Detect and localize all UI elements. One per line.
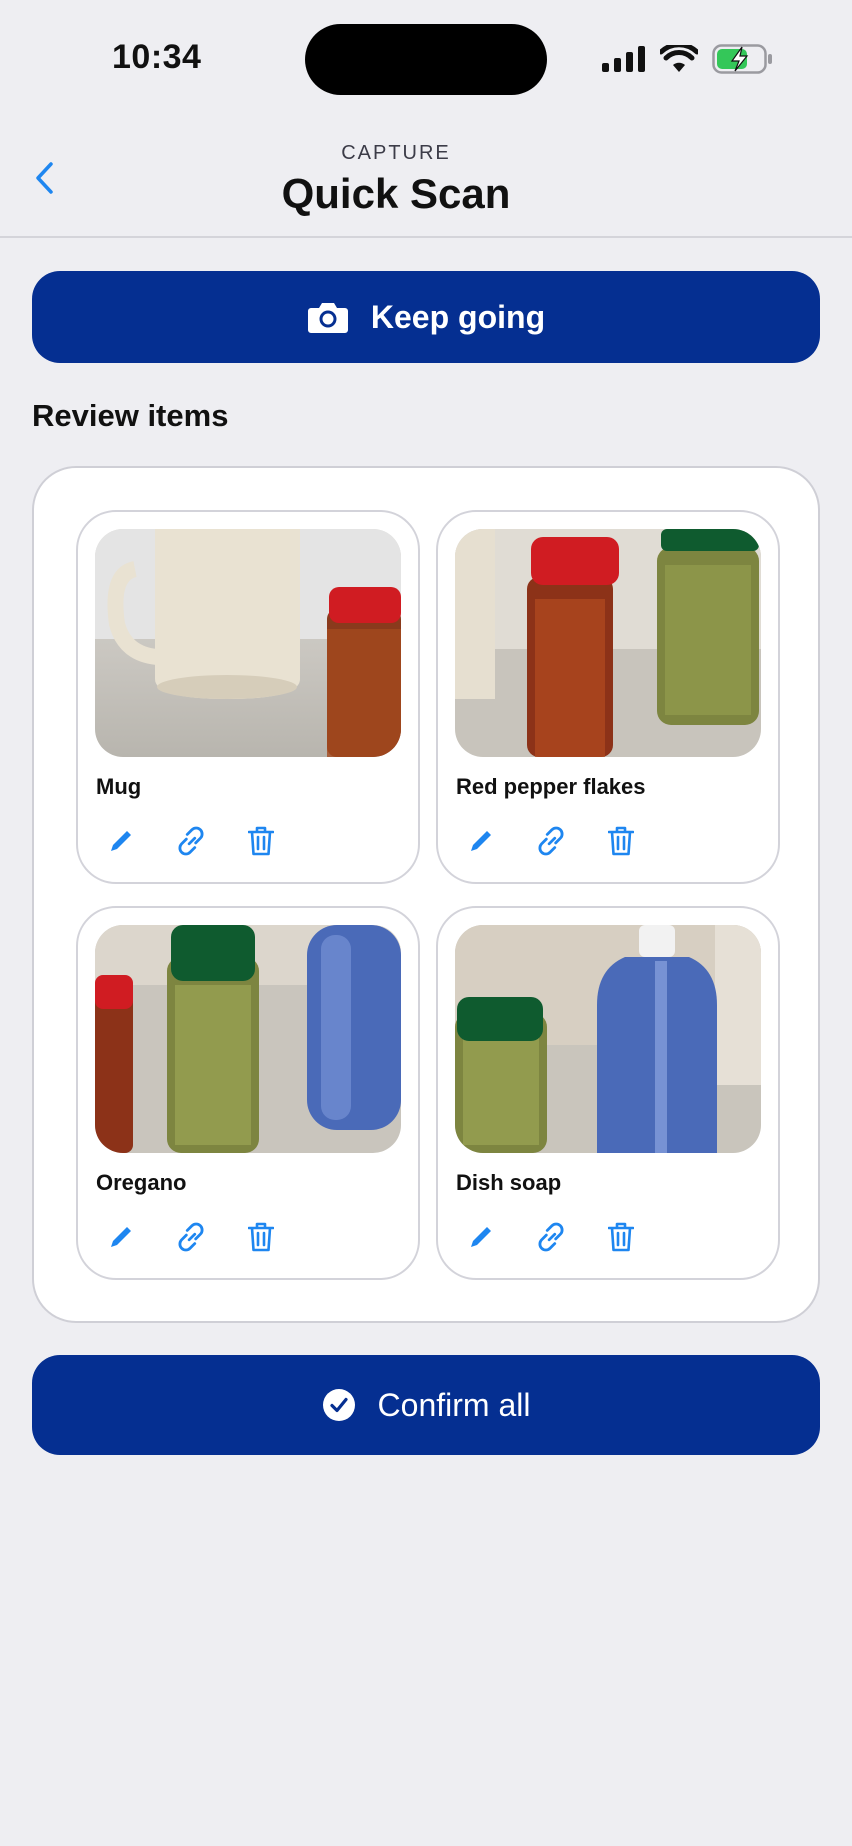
delete-button[interactable] bbox=[246, 1220, 276, 1254]
navigation-header: CAPTURE Quick Scan bbox=[0, 110, 852, 238]
link-icon bbox=[178, 826, 204, 856]
item-grid: Mug Red pepper flakes Oregano Dish soap bbox=[76, 510, 780, 1280]
item-actions bbox=[466, 1220, 636, 1254]
review-card: Mug Red pepper flakes Oregano Dish soap bbox=[32, 466, 820, 1323]
edit-button[interactable] bbox=[106, 1220, 136, 1254]
link-button[interactable] bbox=[536, 824, 566, 858]
keep-going-button[interactable]: Keep going bbox=[32, 271, 820, 363]
trash-icon bbox=[248, 1222, 274, 1252]
status-time: 10:34 bbox=[112, 38, 202, 76]
check-circle-icon bbox=[322, 1389, 355, 1421]
pencil-icon bbox=[471, 831, 491, 851]
edit-button[interactable] bbox=[106, 824, 136, 858]
delete-button[interactable] bbox=[606, 1220, 636, 1254]
item-photo[interactable] bbox=[455, 925, 761, 1153]
delete-button[interactable] bbox=[246, 824, 276, 858]
trash-icon bbox=[608, 1222, 634, 1252]
edit-button[interactable] bbox=[466, 824, 496, 858]
item-photo[interactable] bbox=[95, 925, 401, 1153]
item-card[interactable]: Mug bbox=[76, 510, 420, 884]
link-icon bbox=[538, 1222, 564, 1252]
item-name: Dish soap bbox=[456, 1170, 562, 1195]
link-button[interactable] bbox=[536, 1220, 566, 1254]
item-card[interactable]: Red pepper flakes bbox=[436, 510, 780, 884]
link-icon bbox=[178, 1222, 204, 1252]
pencil-icon bbox=[471, 1227, 491, 1247]
item-card[interactable]: Dish soap bbox=[436, 906, 780, 1280]
keep-going-label: Keep going bbox=[370, 298, 546, 335]
item-actions bbox=[466, 824, 636, 858]
item-name: Red pepper flakes bbox=[456, 774, 646, 799]
link-button[interactable] bbox=[176, 1220, 206, 1254]
status-icons bbox=[602, 42, 774, 79]
page-title: Quick Scan bbox=[281, 170, 511, 217]
wifi-icon bbox=[658, 42, 700, 78]
trash-icon bbox=[608, 826, 634, 856]
edit-button[interactable] bbox=[466, 1220, 496, 1254]
item-actions bbox=[106, 1220, 276, 1254]
cellular-signal-icon bbox=[602, 46, 646, 77]
battery-charging-icon bbox=[712, 44, 774, 79]
item-photo[interactable] bbox=[455, 529, 761, 757]
item-photo[interactable] bbox=[95, 529, 401, 757]
dynamic-island bbox=[305, 24, 547, 95]
item-card[interactable]: Oregano bbox=[76, 906, 420, 1280]
pencil-icon bbox=[111, 831, 131, 851]
delete-button[interactable] bbox=[606, 824, 636, 858]
camera-icon bbox=[307, 303, 348, 333]
section-title: Review items bbox=[32, 398, 229, 433]
item-name: Oregano bbox=[96, 1170, 187, 1195]
trash-icon bbox=[248, 826, 274, 856]
pencil-icon bbox=[111, 1227, 131, 1247]
item-name: Mug bbox=[96, 774, 142, 799]
link-icon bbox=[538, 826, 564, 856]
confirm-all-label: Confirm all bbox=[377, 1386, 531, 1423]
link-button[interactable] bbox=[176, 824, 206, 858]
confirm-all-button[interactable]: Confirm all bbox=[32, 1355, 820, 1455]
header-eyebrow: CAPTURE bbox=[341, 142, 451, 164]
item-actions bbox=[106, 824, 276, 858]
status-bar: 10:34 bbox=[0, 0, 852, 110]
